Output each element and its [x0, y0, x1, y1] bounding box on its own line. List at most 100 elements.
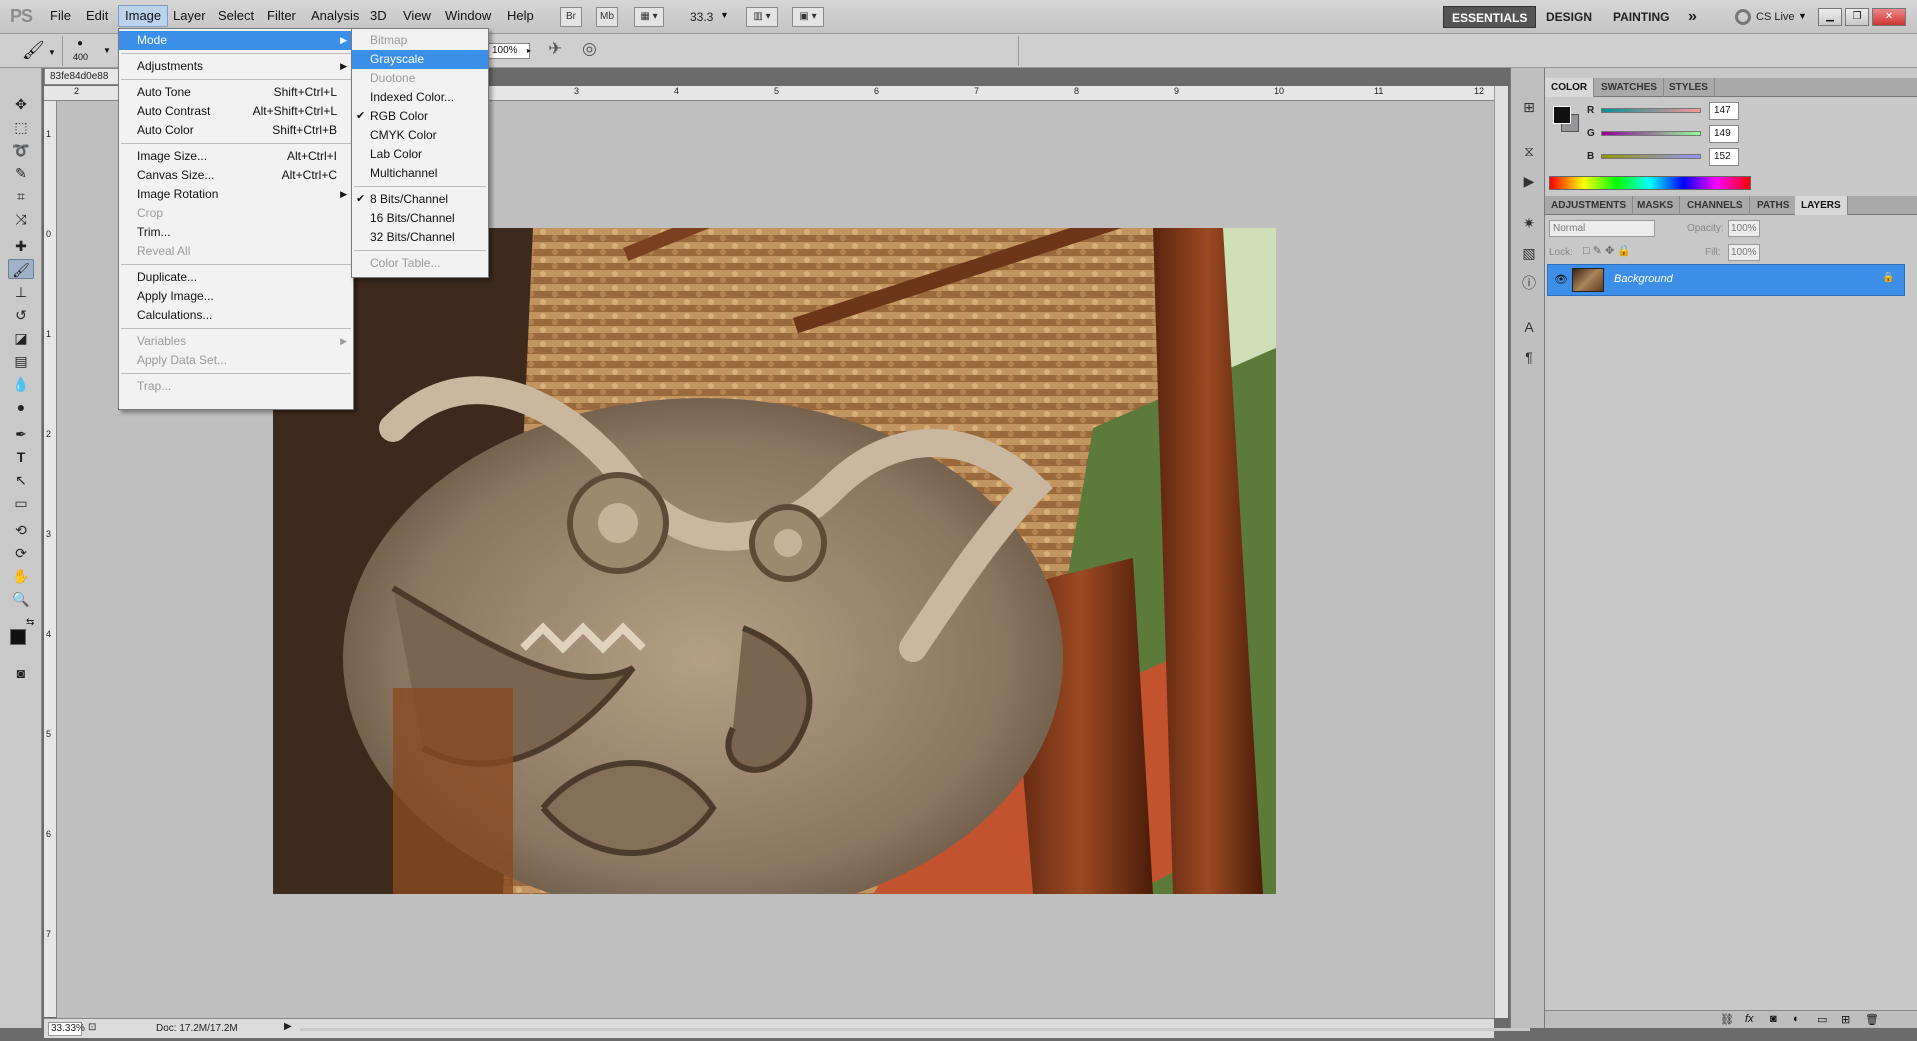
- character-panel-icon[interactable]: A: [1518, 316, 1540, 338]
- swap-colors-icon[interactable]: ⇆: [26, 617, 34, 628]
- mode-menu-item-grayscale[interactable]: Grayscale: [352, 50, 488, 69]
- image-menu-item-mode[interactable]: Mode ▶: [119, 31, 353, 50]
- image-menu-item-image-size[interactable]: Image Size... Alt+Ctrl+I: [119, 147, 353, 166]
- mode-menu-item-rgb-color[interactable]: ✔ RGB Color: [352, 107, 488, 126]
- menu-help[interactable]: Help: [501, 5, 540, 27]
- menu-3d[interactable]: 3D: [364, 5, 393, 27]
- 3d-rotate-tool-icon[interactable]: ⟲: [8, 520, 34, 540]
- image-menu-item-trim[interactable]: Trim...: [119, 223, 353, 242]
- b-value-input[interactable]: 152: [1709, 148, 1739, 166]
- image-menu-item-auto-tone[interactable]: Auto Tone Shift+Ctrl+L: [119, 83, 353, 102]
- menu-edit[interactable]: Edit: [80, 5, 114, 27]
- r-value-input[interactable]: 147: [1709, 102, 1739, 120]
- mask-icon[interactable]: ◙: [1770, 1013, 1777, 1025]
- zoom-tool-icon[interactable]: 🔍: [8, 589, 34, 609]
- mini-bridge-button[interactable]: Mb: [596, 7, 618, 27]
- image-menu-item-calculations[interactable]: Calculations...: [119, 306, 353, 325]
- workspace-design[interactable]: DESIGN: [1538, 6, 1600, 28]
- new-layer-icon[interactable]: ⊞: [1841, 1013, 1850, 1026]
- restore-button[interactable]: ❐: [1845, 8, 1869, 26]
- brush-tool-preset-icon[interactable]: 🖌: [22, 40, 45, 61]
- workspace-essentials[interactable]: ESSENTIALS: [1443, 6, 1537, 28]
- zoom-status[interactable]: 33.33%: [48, 1022, 85, 1036]
- tab-adjustments[interactable]: ADJUSTMENTS: [1545, 196, 1634, 215]
- opacity-input[interactable]: 100%: [1728, 220, 1760, 237]
- blend-mode-select[interactable]: Normal: [1549, 220, 1655, 237]
- arrange-documents-button[interactable]: ▥ ▾: [746, 7, 778, 27]
- type-tool-icon[interactable]: T: [8, 447, 34, 467]
- mini-bridge-panel-icon[interactable]: ⊞: [1518, 96, 1540, 118]
- color-spectrum-ramp[interactable]: [1549, 176, 1751, 190]
- fill-input[interactable]: 100%: [1728, 244, 1760, 261]
- menu-select[interactable]: Select: [212, 5, 260, 27]
- link-layers-icon[interactable]: ⛓: [1720, 1013, 1734, 1026]
- move-tool-icon[interactable]: ✥: [8, 94, 34, 114]
- mode-menu-item-cmyk-color[interactable]: CMYK Color: [352, 126, 488, 145]
- clone-stamp-tool-icon[interactable]: ⊥: [8, 282, 34, 302]
- quick-selection-tool-icon[interactable]: ✎: [8, 163, 34, 183]
- history-brush-tool-icon[interactable]: ↺: [8, 305, 34, 325]
- minimize-button[interactable]: ▁: [1818, 8, 1842, 26]
- g-slider[interactable]: [1601, 131, 1701, 136]
- crop-tool-icon[interactable]: ⌗: [8, 186, 34, 206]
- clone-source-panel-icon[interactable]: ▧: [1518, 242, 1540, 264]
- bridge-button[interactable]: Br: [560, 7, 582, 27]
- horizontal-scrollbar[interactable]: [300, 1028, 1530, 1031]
- info-panel-icon[interactable]: ⓘ: [1518, 272, 1540, 294]
- trash-icon[interactable]: 🗑: [1865, 1013, 1879, 1026]
- foreground-color-swatch[interactable]: [1553, 106, 1571, 124]
- image-menu-item-image-rotation[interactable]: Image Rotation ▶: [119, 185, 353, 204]
- image-menu-item-adjustments[interactable]: Adjustments ▶: [119, 57, 353, 76]
- 3d-orbit-tool-icon[interactable]: ⟳: [8, 543, 34, 563]
- mode-menu-item-lab-color[interactable]: Lab Color: [352, 145, 488, 164]
- r-slider[interactable]: [1601, 108, 1701, 113]
- cs-live-button[interactable]: CS Live: [1756, 11, 1795, 23]
- tab-color[interactable]: COLOR: [1545, 78, 1595, 97]
- marquee-tool-icon[interactable]: ⬚: [8, 117, 34, 137]
- lock-icons[interactable]: □ ✎ ✥ 🔒: [1583, 244, 1631, 257]
- zoom-level[interactable]: 33.3: [690, 10, 713, 24]
- foreground-color-swatch[interactable]: [10, 629, 26, 645]
- flow-dropdown-icon[interactable]: ▸: [527, 43, 537, 59]
- photo-carved-dragon[interactable]: [273, 228, 1276, 894]
- brush-picker[interactable]: ● 400 ▼: [62, 36, 122, 66]
- layer-row-background[interactable]: 👁 Background 🔒: [1547, 264, 1905, 296]
- actions-panel-icon[interactable]: ▶: [1518, 170, 1540, 192]
- tab-masks[interactable]: MASKS: [1631, 196, 1681, 215]
- document-tab[interactable]: 83fe84d0e88: [44, 68, 122, 85]
- brush-panel-icon[interactable]: ✷: [1518, 212, 1540, 234]
- brush-tool-icon[interactable]: 🖌: [8, 259, 34, 279]
- visibility-eye-icon[interactable]: 👁: [1554, 273, 1568, 286]
- history-panel-icon[interactable]: ⧖: [1518, 140, 1540, 162]
- g-value-input[interactable]: 149: [1709, 125, 1739, 143]
- menu-filter[interactable]: Filter: [261, 5, 302, 27]
- zoom-dropdown-icon[interactable]: ▼: [720, 10, 729, 20]
- mode-menu-item-multichannel[interactable]: Multichannel: [352, 164, 488, 183]
- chevron-down-icon[interactable]: ▼: [48, 48, 56, 57]
- healing-brush-tool-icon[interactable]: ✚: [8, 236, 34, 256]
- shape-tool-icon[interactable]: ▭: [8, 493, 34, 513]
- menu-image[interactable]: Image: [118, 5, 169, 27]
- adjustment-layer-icon[interactable]: ◐: [1793, 1013, 1800, 1025]
- more-workspaces-button[interactable]: »: [1680, 6, 1705, 28]
- tab-swatches[interactable]: SWATCHES: [1595, 78, 1664, 97]
- b-slider[interactable]: [1601, 154, 1701, 159]
- image-menu-item-auto-color[interactable]: Auto Color Shift+Ctrl+B: [119, 121, 353, 140]
- chevron-down-icon[interactable]: ▼: [1798, 11, 1807, 21]
- image-menu-item-apply-image[interactable]: Apply Image...: [119, 287, 353, 306]
- group-icon[interactable]: ▭: [1817, 1013, 1827, 1026]
- menu-layer[interactable]: Layer: [167, 5, 212, 27]
- tab-paths[interactable]: PATHS: [1751, 196, 1797, 215]
- tab-styles[interactable]: STYLES: [1663, 78, 1715, 97]
- blur-tool-icon[interactable]: 💧: [8, 374, 34, 394]
- lasso-tool-icon[interactable]: ➰: [8, 140, 34, 160]
- flow-input[interactable]: 100%: [488, 43, 530, 59]
- tablet-pressure-icon[interactable]: ◎: [582, 39, 597, 59]
- gradient-tool-icon[interactable]: ▤: [8, 351, 34, 371]
- image-menu-item-duplicate[interactable]: Duplicate...: [119, 268, 353, 287]
- fx-icon[interactable]: fx: [1745, 1013, 1754, 1025]
- tab-layers[interactable]: LAYERS: [1795, 196, 1848, 215]
- menu-view[interactable]: View: [397, 5, 437, 27]
- close-button[interactable]: ✕: [1872, 8, 1906, 26]
- eyedropper-tool-icon[interactable]: ⤨: [8, 209, 34, 229]
